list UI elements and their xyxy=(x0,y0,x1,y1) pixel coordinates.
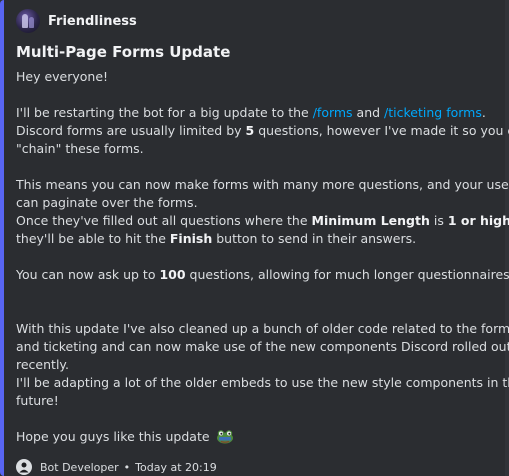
ticketing-forms-command-link[interactable]: /ticketing forms xyxy=(384,105,482,120)
text-span: This means you can now make forms with m… xyxy=(16,177,509,192)
text-line: You can now ask up to 100 questions, all… xyxy=(16,266,509,284)
bold-text: 5 xyxy=(245,123,255,138)
text-line: I'll be restarting the bot for a big upd… xyxy=(16,104,493,122)
bot-developer-icon xyxy=(16,459,32,475)
text-span: Hope you guys like this update xyxy=(16,429,210,444)
text-span: Once they've filled out all questions wh… xyxy=(16,213,312,228)
text-span: You can now ask up to xyxy=(16,267,160,282)
bold-text: Finish xyxy=(169,231,213,246)
text-span: is xyxy=(429,213,448,228)
text-line: they'll be able to hit the Finish button… xyxy=(16,230,493,248)
embed-title: Multi-Page Forms Update xyxy=(16,43,231,61)
bold-text: Minimum Length xyxy=(311,213,430,228)
embed-author: Friendliness xyxy=(16,9,493,33)
text-line: can paginate over the forms. xyxy=(16,194,493,212)
text-span: Discord forms are usually limited by xyxy=(16,123,246,138)
text-line: Once they've filled out all questions wh… xyxy=(16,212,509,230)
bold-text: 100 xyxy=(159,267,186,282)
text-line: Discord forms are usually limited by 5 q… xyxy=(16,122,509,140)
footer-text: Bot Developer xyxy=(40,460,119,474)
text-span: future! xyxy=(16,393,59,408)
text-line: With this update I've also cleaned up a … xyxy=(16,320,509,338)
forms-command-link[interactable]: /forms xyxy=(313,105,353,120)
text-span: . xyxy=(481,105,486,120)
text-span: questions, allowing for much longer ques… xyxy=(185,267,509,282)
footer-separator: • xyxy=(123,460,131,474)
text-span: can paginate over the forms. xyxy=(16,195,198,210)
text-span: questions, however I've made it so you c… xyxy=(254,123,509,138)
text-line: and ticketing and can now make use of th… xyxy=(16,338,509,356)
bold-text: 1 or higher xyxy=(447,213,509,228)
text-line: "chain" these forms. xyxy=(16,140,493,158)
author-name[interactable]: Friendliness xyxy=(48,14,137,29)
footer-timestamp: Today at 20:19 xyxy=(135,460,217,474)
text-span: With this update I've also cleaned up a … xyxy=(16,321,509,336)
text-span: recently. xyxy=(16,357,70,372)
frog-emoji-icon[interactable] xyxy=(216,428,234,444)
author-avatar-icon[interactable] xyxy=(16,9,40,33)
text-line: I'll be adapting a lot of the older embe… xyxy=(16,374,509,392)
text-span: I'll be restarting the bot for a big upd… xyxy=(16,105,313,120)
text-span: button to send in their answers. xyxy=(212,231,417,246)
text-span: and ticketing and can now make use of th… xyxy=(16,339,509,354)
greeting-text: Hey everyone! xyxy=(16,69,109,84)
embed-card: Friendliness Multi-Page Forms Update Hey… xyxy=(0,0,509,476)
text-span: "chain" these forms. xyxy=(16,141,144,156)
text-span: I'll be adapting a lot of the older embe… xyxy=(16,375,509,390)
text-line: future! xyxy=(16,392,493,410)
text-line: Hey everyone! xyxy=(16,68,493,86)
text-span: and xyxy=(352,105,385,120)
text-line: Hope you guys like this update xyxy=(16,428,493,446)
embed-footer: Bot Developer • Today at 20:19 xyxy=(16,458,217,476)
text-span: they'll be able to hit the xyxy=(16,231,170,246)
embed-description: Hey everyone! I'll be restarting the bot… xyxy=(16,68,509,446)
text-line: recently. xyxy=(16,356,493,374)
text-line: This means you can now make forms with m… xyxy=(16,176,509,194)
